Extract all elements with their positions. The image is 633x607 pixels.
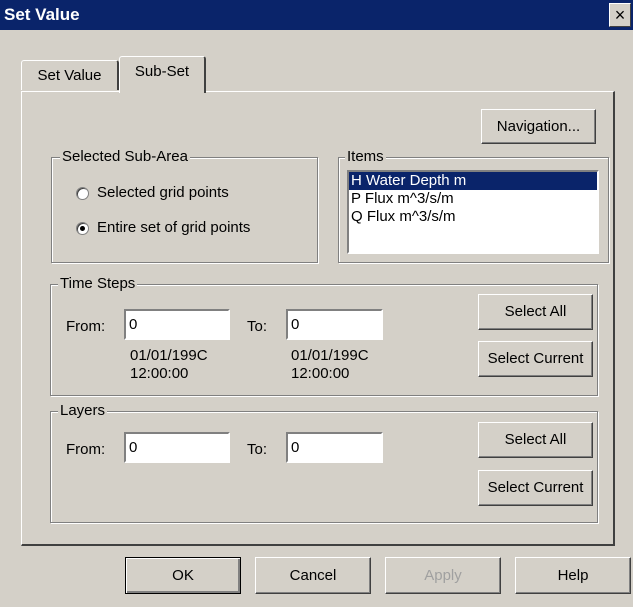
layers-select-current-button[interactable]: Select Current bbox=[478, 470, 593, 506]
items-listbox[interactable]: H Water Depth m P Flux m^3/s/m Q Flux m^… bbox=[347, 170, 599, 254]
subarea-group bbox=[51, 157, 318, 263]
time-to-label: To: bbox=[247, 318, 268, 335]
radio-entire-set[interactable]: Entire set of grid points bbox=[76, 219, 296, 239]
radio-selected-grid-points-label: Selected grid points bbox=[97, 184, 229, 201]
layers-from-input[interactable]: 0 bbox=[124, 432, 230, 463]
title-bar[interactable]: Set Value × bbox=[0, 0, 633, 30]
list-item[interactable]: H Water Depth m bbox=[349, 172, 597, 190]
layers-from-label: From: bbox=[66, 441, 106, 458]
time-select-all-button[interactable]: Select All bbox=[478, 294, 593, 330]
radio-checked-dot bbox=[80, 226, 85, 231]
time-to-time: 12:00:00 bbox=[291, 365, 350, 382]
close-button[interactable]: × bbox=[609, 3, 631, 27]
layers-select-all-button[interactable]: Select All bbox=[478, 422, 593, 458]
help-button[interactable]: Help bbox=[515, 557, 631, 594]
time-from-time: 12:00:00 bbox=[130, 365, 189, 382]
tab-set-value[interactable]: Set Value bbox=[21, 60, 119, 90]
tab-sub-set-label: Sub-Set bbox=[134, 63, 190, 80]
list-item[interactable]: Q Flux m^3/s/m bbox=[349, 208, 597, 226]
radio-circle bbox=[76, 187, 89, 200]
time-from-label: From: bbox=[66, 318, 106, 335]
radio-selected-grid-points[interactable]: Selected grid points bbox=[76, 184, 276, 204]
time-from-date: 01/01/199C bbox=[130, 347, 208, 364]
tab-sub-set[interactable]: Sub-Set bbox=[119, 56, 206, 93]
ok-button[interactable]: OK bbox=[125, 557, 241, 594]
subarea-legend: Selected Sub-Area bbox=[60, 148, 190, 165]
layers-to-label: To: bbox=[247, 441, 268, 458]
time-to-date: 01/01/199C bbox=[291, 347, 369, 364]
radio-circle bbox=[76, 222, 89, 235]
cancel-button[interactable]: Cancel bbox=[255, 557, 371, 594]
close-icon: × bbox=[614, 5, 626, 25]
time-select-current-button[interactable]: Select Current bbox=[478, 341, 593, 377]
layers-to-input[interactable]: 0 bbox=[286, 432, 383, 463]
window-title: Set Value bbox=[4, 5, 80, 24]
time-to-input[interactable]: 0 bbox=[286, 309, 383, 340]
time-steps-legend: Time Steps bbox=[58, 275, 138, 292]
tab-set-value-label: Set Value bbox=[37, 67, 102, 84]
apply-button[interactable]: Apply bbox=[385, 557, 501, 594]
list-item[interactable]: P Flux m^3/s/m bbox=[349, 190, 597, 208]
time-from-input[interactable]: 0 bbox=[124, 309, 230, 340]
radio-entire-set-label: Entire set of grid points bbox=[97, 219, 251, 236]
items-legend: Items bbox=[345, 148, 386, 165]
navigation-button[interactable]: Navigation... bbox=[481, 109, 596, 144]
layers-legend: Layers bbox=[58, 402, 108, 419]
